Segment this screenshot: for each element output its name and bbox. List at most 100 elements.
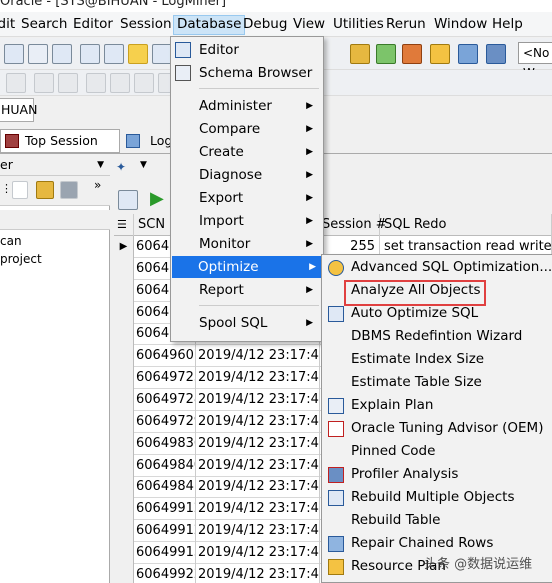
submenu-item-rebuild-multiple-objects[interactable]: Rebuild Multiple Objects bbox=[324, 486, 552, 509]
menu-item-export[interactable]: Export ▶ bbox=[173, 187, 321, 209]
rebuild-multiple-icon bbox=[328, 490, 344, 506]
submenu-arrow-icon: ▶ bbox=[306, 147, 313, 157]
printer-icon[interactable] bbox=[60, 181, 78, 199]
list-item[interactable]: project bbox=[0, 252, 42, 266]
toolbar-icon[interactable] bbox=[6, 73, 26, 93]
left-pane-header: er ▼ bbox=[0, 154, 110, 176]
row-indicator[interactable] bbox=[114, 498, 134, 521]
menu-item-label: Create bbox=[199, 144, 244, 160]
chevron-down-icon[interactable]: ▼ bbox=[140, 160, 147, 170]
toolbar-icon[interactable] bbox=[350, 44, 370, 64]
row-indicator[interactable] bbox=[114, 454, 134, 477]
row-indicator[interactable] bbox=[114, 257, 134, 280]
menu-help[interactable]: Help bbox=[489, 16, 526, 36]
menu-window[interactable]: Window bbox=[431, 16, 490, 36]
repair-rows-icon bbox=[328, 536, 344, 552]
tab-connection[interactable]: HUAN bbox=[0, 98, 37, 122]
menu-item-editor[interactable]: Editor bbox=[173, 39, 321, 61]
menu-item-diagnose[interactable]: Diagnose ▶ bbox=[173, 164, 321, 186]
grid-icon[interactable] bbox=[118, 190, 138, 210]
toolbar-icon[interactable] bbox=[110, 73, 130, 93]
submenu-item-rebuild-table[interactable]: Rebuild Table bbox=[324, 509, 552, 532]
connection-select[interactable]: <No W bbox=[518, 42, 552, 80]
menu-item-spool-sql[interactable]: Spool SQL ▶ bbox=[173, 312, 321, 334]
new-file-icon[interactable] bbox=[12, 181, 28, 199]
toolbar-icon[interactable] bbox=[34, 73, 54, 93]
submenu-item-label: Advanced SQL Optimization... bbox=[351, 259, 552, 275]
toolbar-icon[interactable] bbox=[430, 44, 450, 64]
submenu-item-explain-plan[interactable]: Explain Plan bbox=[324, 394, 552, 417]
menu-session[interactable]: Session bbox=[117, 16, 175, 36]
submenu-item-pinned-code[interactable]: Pinned Code bbox=[324, 440, 552, 463]
sql-icon[interactable] bbox=[28, 44, 48, 64]
menu-item-create[interactable]: Create ▶ bbox=[173, 141, 321, 163]
menu-separator bbox=[199, 88, 319, 89]
menu-separator bbox=[199, 305, 319, 306]
list-item[interactable]: can bbox=[0, 234, 22, 248]
row-indicator[interactable] bbox=[114, 563, 134, 583]
submenu-item-repair-chained-rows[interactable]: Repair Chained Rows bbox=[324, 532, 552, 555]
row-indicator[interactable]: ▶ bbox=[114, 236, 134, 258]
row-indicator[interactable] bbox=[114, 345, 134, 368]
menu-view[interactable]: View bbox=[290, 16, 328, 36]
menu-item-monitor[interactable]: Monitor ▶ bbox=[173, 233, 321, 255]
toolbar-icon[interactable] bbox=[80, 44, 100, 64]
wand-icon[interactable]: ✦ bbox=[116, 160, 126, 174]
menu-editor[interactable]: Editor bbox=[70, 16, 116, 36]
menu-item-label: Compare bbox=[199, 121, 261, 137]
menu-database[interactable]: Database bbox=[173, 15, 246, 35]
menu-item-schema-browser[interactable]: Schema Browser bbox=[173, 62, 321, 84]
submenu-item-oracle-tuning-advisor[interactable]: Oracle Tuning Advisor (OEM) bbox=[324, 417, 552, 440]
toolbar-icon[interactable] bbox=[86, 73, 106, 93]
chevron-icon[interactable]: ⋮ bbox=[1, 182, 12, 195]
row-indicator[interactable] bbox=[114, 410, 134, 433]
submenu-item-estimate-table-size[interactable]: Estimate Table Size bbox=[324, 371, 552, 394]
row-indicator[interactable] bbox=[114, 388, 134, 411]
grid-menu-icon[interactable]: ☰ bbox=[114, 214, 134, 236]
menu-item-report[interactable]: Report ▶ bbox=[173, 279, 321, 301]
toolbar-icon[interactable] bbox=[486, 44, 506, 64]
tab-top-session-finder[interactable]: Top Session Finder bbox=[0, 129, 120, 170]
menu-item-compare[interactable]: Compare ▶ bbox=[173, 118, 321, 140]
menu-item-optimize[interactable]: Optimize ▶ bbox=[172, 256, 324, 278]
toolbar-icon[interactable] bbox=[458, 44, 478, 64]
submenu-item-dbms-redefinition-wizard[interactable]: DBMS Redefintion Wizard bbox=[324, 325, 552, 348]
toolbar-icon[interactable] bbox=[58, 73, 78, 93]
toolbar-icon[interactable] bbox=[104, 44, 124, 64]
menu-rerun[interactable]: Rerun bbox=[383, 16, 429, 36]
row-indicator[interactable] bbox=[114, 301, 134, 324]
menu-item-administer[interactable]: Administer ▶ bbox=[173, 95, 321, 117]
row-indicator[interactable] bbox=[114, 541, 134, 564]
menu-item-label: Monitor bbox=[199, 236, 251, 252]
row-indicator[interactable] bbox=[114, 279, 134, 302]
toolbar-icon[interactable] bbox=[134, 73, 154, 93]
row-indicator[interactable] bbox=[114, 432, 134, 455]
row-indicator[interactable] bbox=[114, 476, 134, 499]
toolbar-icon[interactable] bbox=[4, 44, 24, 64]
menu-utilities[interactable]: Utilities bbox=[330, 16, 387, 36]
lightning-icon[interactable] bbox=[128, 44, 148, 64]
dropdown-arrow-icon[interactable]: ▼ bbox=[97, 154, 104, 176]
toolbar-icon[interactable] bbox=[52, 44, 72, 64]
menu-debug[interactable]: Debug bbox=[240, 16, 290, 36]
cell-scn: 60649607 bbox=[134, 345, 196, 368]
menu-edit[interactable]: Edit bbox=[0, 16, 18, 36]
row-indicator[interactable] bbox=[114, 520, 134, 543]
column-header-sql-redo[interactable]: SQL Redo bbox=[380, 214, 552, 236]
row-indicator[interactable] bbox=[114, 323, 134, 346]
editor-icon bbox=[175, 42, 191, 58]
column-header-session[interactable]: Session # bbox=[320, 214, 387, 236]
toolbar-icon[interactable] bbox=[402, 44, 422, 64]
submenu-item-profiler-analysis[interactable]: Profiler Analysis bbox=[324, 463, 552, 486]
submenu-item-estimate-index-size[interactable]: Estimate Index Size bbox=[324, 348, 552, 371]
toolbar-icon[interactable] bbox=[152, 44, 172, 64]
submenu-item-label: Pinned Code bbox=[351, 443, 436, 459]
folder-icon[interactable] bbox=[36, 181, 54, 199]
row-indicator[interactable] bbox=[114, 367, 134, 390]
menu-item-import[interactable]: Import ▶ bbox=[173, 210, 321, 232]
run-icon[interactable]: ▶ bbox=[150, 188, 164, 209]
toolbar-icon[interactable] bbox=[376, 44, 396, 64]
expand-icon[interactable]: » bbox=[94, 178, 101, 192]
submenu-item-advanced-sql-optimization[interactable]: Advanced SQL Optimization... bbox=[324, 256, 552, 279]
menu-search[interactable]: Search bbox=[18, 16, 70, 36]
